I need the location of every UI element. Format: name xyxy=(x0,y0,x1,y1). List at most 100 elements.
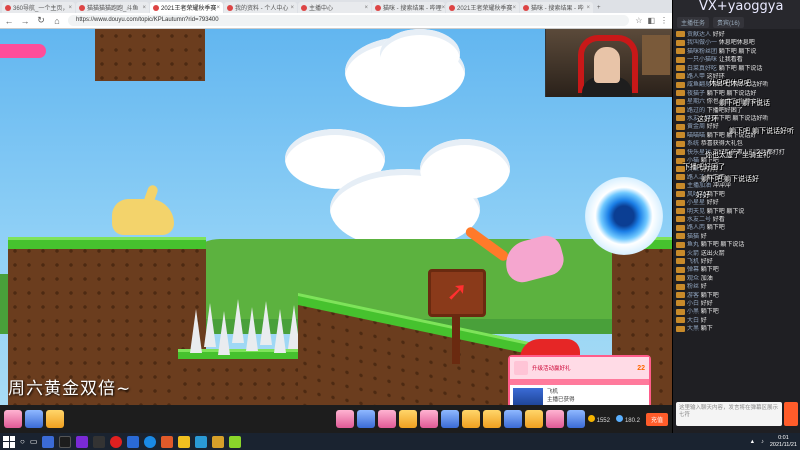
chat-message[interactable]: 系统 恭喜获得大礼包 xyxy=(676,140,798,148)
chat-username[interactable]: 明天见 xyxy=(687,209,705,215)
browser-tab[interactable]: 360导航_一个主页， × xyxy=(2,2,75,13)
chat-username[interactable]: 弹幕 xyxy=(687,267,699,273)
taskbar-app-icon[interactable] xyxy=(110,435,123,448)
menu-icon[interactable]: ⋮ xyxy=(660,16,668,25)
chat-username[interactable]: 星期六 xyxy=(687,99,705,105)
chat-message[interactable]: 火箭 送出火箭 xyxy=(676,249,798,258)
tab-close-icon[interactable]: × xyxy=(364,5,368,11)
taskbar-app-icon[interactable] xyxy=(42,435,55,448)
gift-icon[interactable] xyxy=(398,410,417,428)
chat-message[interactable]: 大黑 躺下 xyxy=(676,325,798,333)
chat-message[interactable]: 小星星 好好 xyxy=(676,199,798,207)
gift-icon[interactable] xyxy=(440,410,459,428)
chat-username[interactable]: 小星星 xyxy=(687,200,705,206)
chat-username[interactable]: 观众 xyxy=(687,276,699,282)
chat-username[interactable]: 系统 xyxy=(687,141,699,147)
chat-message[interactable]: 大白 好 xyxy=(676,317,798,325)
chat-message[interactable]: 弹幕 躺下吧 xyxy=(676,266,798,274)
taskbar-app-icon[interactable] xyxy=(59,435,72,448)
gift-rank-popup[interactable]: 升级活动赢好礼 22 飞机 主播已获得 xyxy=(508,355,651,405)
chat-message[interactable]: 鱼丸 躺下吧 躺下说话 xyxy=(676,241,798,249)
chat-username[interactable]: 水友二号 xyxy=(687,217,711,223)
chat-username[interactable]: 路人甲 xyxy=(687,74,705,80)
chat-username[interactable]: 贡献达人 xyxy=(687,32,711,38)
chat-username[interactable]: 咸鱼翻身 xyxy=(687,82,711,88)
chat-username[interactable]: 白菜真好吃 xyxy=(687,66,717,72)
search-icon[interactable]: ○ xyxy=(20,437,25,446)
taskbar-app-icon[interactable] xyxy=(178,435,191,448)
taskbar-app-icon[interactable] xyxy=(144,435,157,448)
chat-username[interactable]: 火箭 xyxy=(687,251,699,257)
gift-icon[interactable] xyxy=(335,410,354,428)
chat-message[interactable]: 粉丝 好 xyxy=(676,283,798,291)
chat-username[interactable]: 黄金周 xyxy=(687,124,705,130)
tab-close-icon[interactable]: × xyxy=(142,5,146,11)
send-button[interactable] xyxy=(784,402,798,426)
chat-message[interactable]: 风吹过 躺下吧 xyxy=(676,191,798,199)
extension-icon[interactable]: ◧ xyxy=(647,16,655,25)
gift-icon[interactable] xyxy=(46,410,64,428)
tab-close-icon[interactable]: × xyxy=(216,5,220,11)
chat-username[interactable]: 大白 xyxy=(687,318,699,324)
gift-icon[interactable] xyxy=(4,410,22,428)
chat-input[interactable]: 这里输入聊天内容，发言将在弹幕区展示 七符 xyxy=(676,402,782,426)
chat-tab[interactable]: 主播任务 xyxy=(677,17,710,28)
taskbar-app-icon[interactable] xyxy=(93,435,106,448)
recharge-button[interactable]: 充值 xyxy=(645,412,668,426)
star-icon[interactable]: ☆ xyxy=(635,16,642,25)
browser-tab[interactable]: 猫咪 - 搜索结果 - 哔 × xyxy=(520,2,593,13)
chat-message[interactable]: 明天见 躺下吧 躺下说 xyxy=(676,207,798,216)
chat-username[interactable]: 小黑 xyxy=(687,309,699,315)
chat-username[interactable]: 猫猫 xyxy=(687,234,699,240)
tab-close-icon[interactable]: × xyxy=(586,5,590,11)
taskbar-app-icon[interactable] xyxy=(76,435,89,448)
browser-tab[interactable]: 我的资料 - 个人中心 × xyxy=(224,2,297,13)
gift-icon[interactable] xyxy=(461,410,480,428)
chat-username[interactable]: 我叫做小一 xyxy=(687,40,717,46)
url-input[interactable]: https://www.douyu.com/topic/KPLautumn?ri… xyxy=(68,15,630,26)
tab-close-icon[interactable]: × xyxy=(512,5,516,11)
taskbar-app-icon[interactable] xyxy=(127,435,140,448)
tab-close-icon[interactable]: × xyxy=(290,5,294,11)
tab-close-icon[interactable]: × xyxy=(442,5,445,11)
gift-icon[interactable] xyxy=(25,410,43,428)
chat-username[interactable]: 大黑 xyxy=(687,326,699,332)
gift-icon[interactable] xyxy=(482,410,501,428)
tab-close-icon[interactable]: × xyxy=(68,5,72,11)
taskbar-app-icon[interactable] xyxy=(161,435,174,448)
reload-icon[interactable]: ↻ xyxy=(36,15,46,26)
network-icon[interactable]: ▲ xyxy=(750,439,755,445)
chat-username[interactable]: 一只小猫咪 xyxy=(687,57,717,63)
gift-icon[interactable] xyxy=(503,410,522,428)
chat-message[interactable]: 我叫做小一 休息吧休息吧 xyxy=(676,39,798,47)
taskbar-app-icon[interactable] xyxy=(195,435,208,448)
chat-message[interactable]: 水友二号 好看 xyxy=(676,216,798,224)
chat-message[interactable]: 一只小猫咪 让我看看 xyxy=(676,56,798,64)
gift-icon[interactable] xyxy=(419,410,438,428)
chat-username[interactable]: 鱼丸 xyxy=(687,242,699,248)
gift-icon[interactable] xyxy=(377,410,396,428)
chat-message[interactable]: 猫猫 好 xyxy=(676,233,798,241)
gift-icon[interactable] xyxy=(356,410,375,428)
volume-icon[interactable]: ♪ xyxy=(761,439,764,445)
gift-icon[interactable] xyxy=(545,410,564,428)
forward-icon[interactable]: → xyxy=(20,16,30,26)
back-icon[interactable]: ← xyxy=(4,16,14,26)
chat-username[interactable]: 路人丙 xyxy=(687,225,705,231)
task-view-icon[interactable]: ▭ xyxy=(30,437,38,446)
chat-message[interactable]: 飞机 好好 xyxy=(676,258,798,266)
chat-message[interactable]: 水友一号 躺下吧 躺下说话好听 xyxy=(676,115,798,123)
browser-tab[interactable]: 2021王者荣耀秋季赛 × xyxy=(446,2,519,13)
chat-message[interactable]: 贡献达人 好好 xyxy=(676,31,798,39)
chat-username[interactable]: 飞机 xyxy=(687,259,699,265)
chat-tab[interactable]: 贵宾(16) xyxy=(713,17,744,28)
chat-username[interactable]: 猫咪粉丝团 xyxy=(687,49,717,55)
browser-tab-active[interactable]: 2021王者荣耀秋季赛 × xyxy=(150,2,223,13)
chat-username[interactable]: 小白 xyxy=(687,301,699,307)
windows-start-icon[interactable] xyxy=(3,435,15,448)
chat-username[interactable]: 喵喵喵 xyxy=(687,133,705,139)
browser-tab[interactable]: 主播中心 × xyxy=(298,2,371,13)
taskbar-app-icon[interactable] xyxy=(229,435,242,448)
new-tab-button[interactable]: + xyxy=(594,2,606,13)
chat-message[interactable]: 游客 躺下吧 xyxy=(676,292,798,300)
